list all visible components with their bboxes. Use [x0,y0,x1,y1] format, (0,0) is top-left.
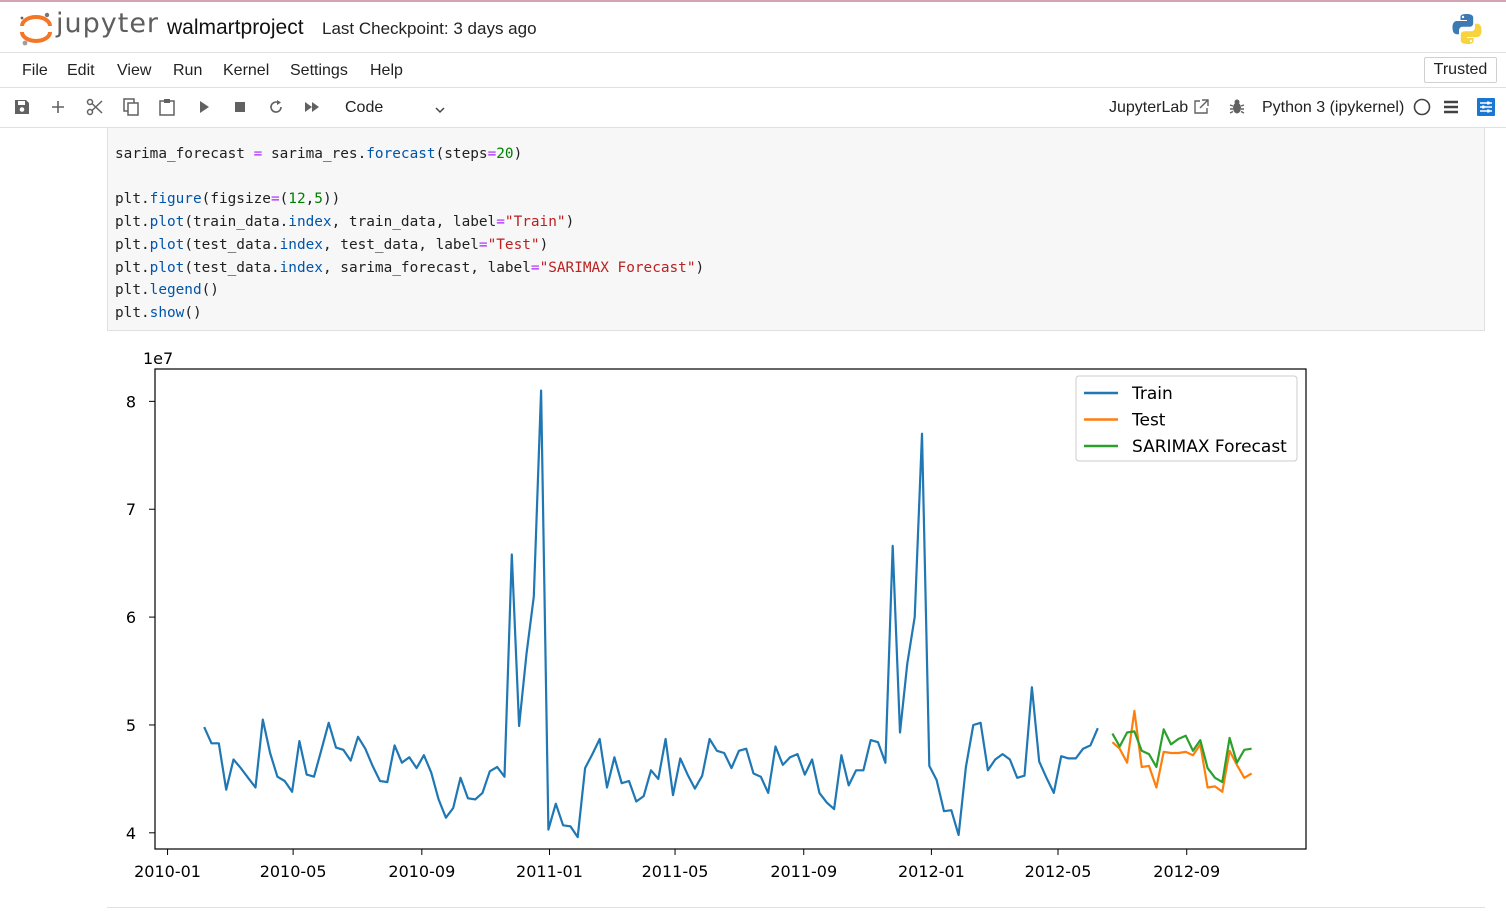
x-tick-label: 2012-01 [898,862,965,881]
top-bar: jupyter walmartproject Last Checkpoint: … [0,0,1506,53]
x-tick-label: 2011-01 [516,862,583,881]
x-tick-label: 2012-09 [1153,862,1220,881]
y-axis-ticks: 4 5 6 7 8 [126,392,155,843]
code-line-5: plt.plot(test_data.index, test_data, lab… [115,237,549,253]
copy-icon[interactable] [121,97,141,117]
kernel-name[interactable]: Python 3 (ipykernel) [1262,99,1404,117]
x-tick-label: 2012-05 [1025,862,1092,881]
chevron-down-icon[interactable] [433,103,447,117]
add-cell-icon[interactable] [48,97,68,117]
x-axis-ticks: 2010-01 2010-05 2010-09 2011-01 2011-05 2011-… [134,849,1220,881]
notebook-title[interactable]: walmartproject [167,16,304,40]
menu-settings[interactable]: Settings [290,62,348,80]
debugger-bug-icon[interactable] [1227,97,1247,117]
code-line-3: plt.figure(figsize=(12,5)) [115,191,341,207]
menu-bar: File Edit View Run Kernel Settings Help [0,53,1506,88]
property-inspector-icon[interactable] [1476,97,1496,117]
run-icon[interactable] [194,97,214,117]
legend-label: Test [1131,411,1166,431]
code-line-4: plt.plot(train_data.index, train_data, l… [115,214,575,230]
jupyter-logo-text: jupyter [56,8,160,39]
cell-divider [107,907,1485,908]
menu-list-icon[interactable] [1441,97,1461,117]
y-axis-offset-label: 1e7 [143,349,173,368]
last-checkpoint: Last Checkpoint: 3 days ago [322,19,537,38]
menu-run[interactable]: Run [173,62,202,80]
x-tick-label: 2010-09 [388,862,455,881]
x-tick-label: 2011-05 [642,862,709,881]
x-tick-label: 2010-05 [260,862,327,881]
open-in-jupyterlab-link[interactable]: JupyterLab [1109,99,1188,117]
code-line-8: plt.show() [115,305,202,321]
y-tick-label: 6 [126,608,136,627]
external-link-icon[interactable] [1192,98,1210,116]
x-tick-label: 2011-09 [770,862,837,881]
stop-icon[interactable] [230,97,250,117]
paste-icon[interactable] [157,97,177,117]
restart-icon[interactable] [266,97,286,117]
x-tick-label: 2010-01 [134,862,201,881]
kernel-status-icon [1413,98,1431,116]
chart-legend: Train Test SARIMAX Forecast [1075,375,1298,462]
menu-edit[interactable]: Edit [67,62,95,80]
y-tick-label: 4 [126,824,136,843]
cell-type-select[interactable]: Code [345,99,383,117]
y-tick-label: 7 [126,500,136,519]
menu-kernel[interactable]: Kernel [223,62,269,80]
menu-view[interactable]: View [117,62,151,80]
forecast-chart: 1e7 45678 2010-01 2010-05 2010-09 2011-01 20… [126,349,1307,881]
python-logo-icon [1452,14,1482,44]
code-line-1: sarima_forecast = sarima_res.forecast(st… [115,146,523,162]
y-tick-label: 5 [126,716,136,735]
y-tick-label: 8 [126,392,136,411]
restart-run-all-icon[interactable] [302,97,322,117]
menu-help[interactable]: Help [370,62,403,80]
legend-label: SARIMAX Forecast [1132,437,1287,457]
legend-label: Train [1131,384,1173,404]
menu-file[interactable]: File [22,62,48,80]
code-line-6: plt.plot(test_data.index, sarima_forecas… [115,260,705,276]
jupyter-logo-icon [20,12,52,46]
save-icon[interactable] [12,97,32,117]
cut-icon[interactable] [85,97,105,117]
code-line-7: plt.legend() [115,282,219,298]
trusted-button[interactable]: Trusted [1424,57,1497,83]
